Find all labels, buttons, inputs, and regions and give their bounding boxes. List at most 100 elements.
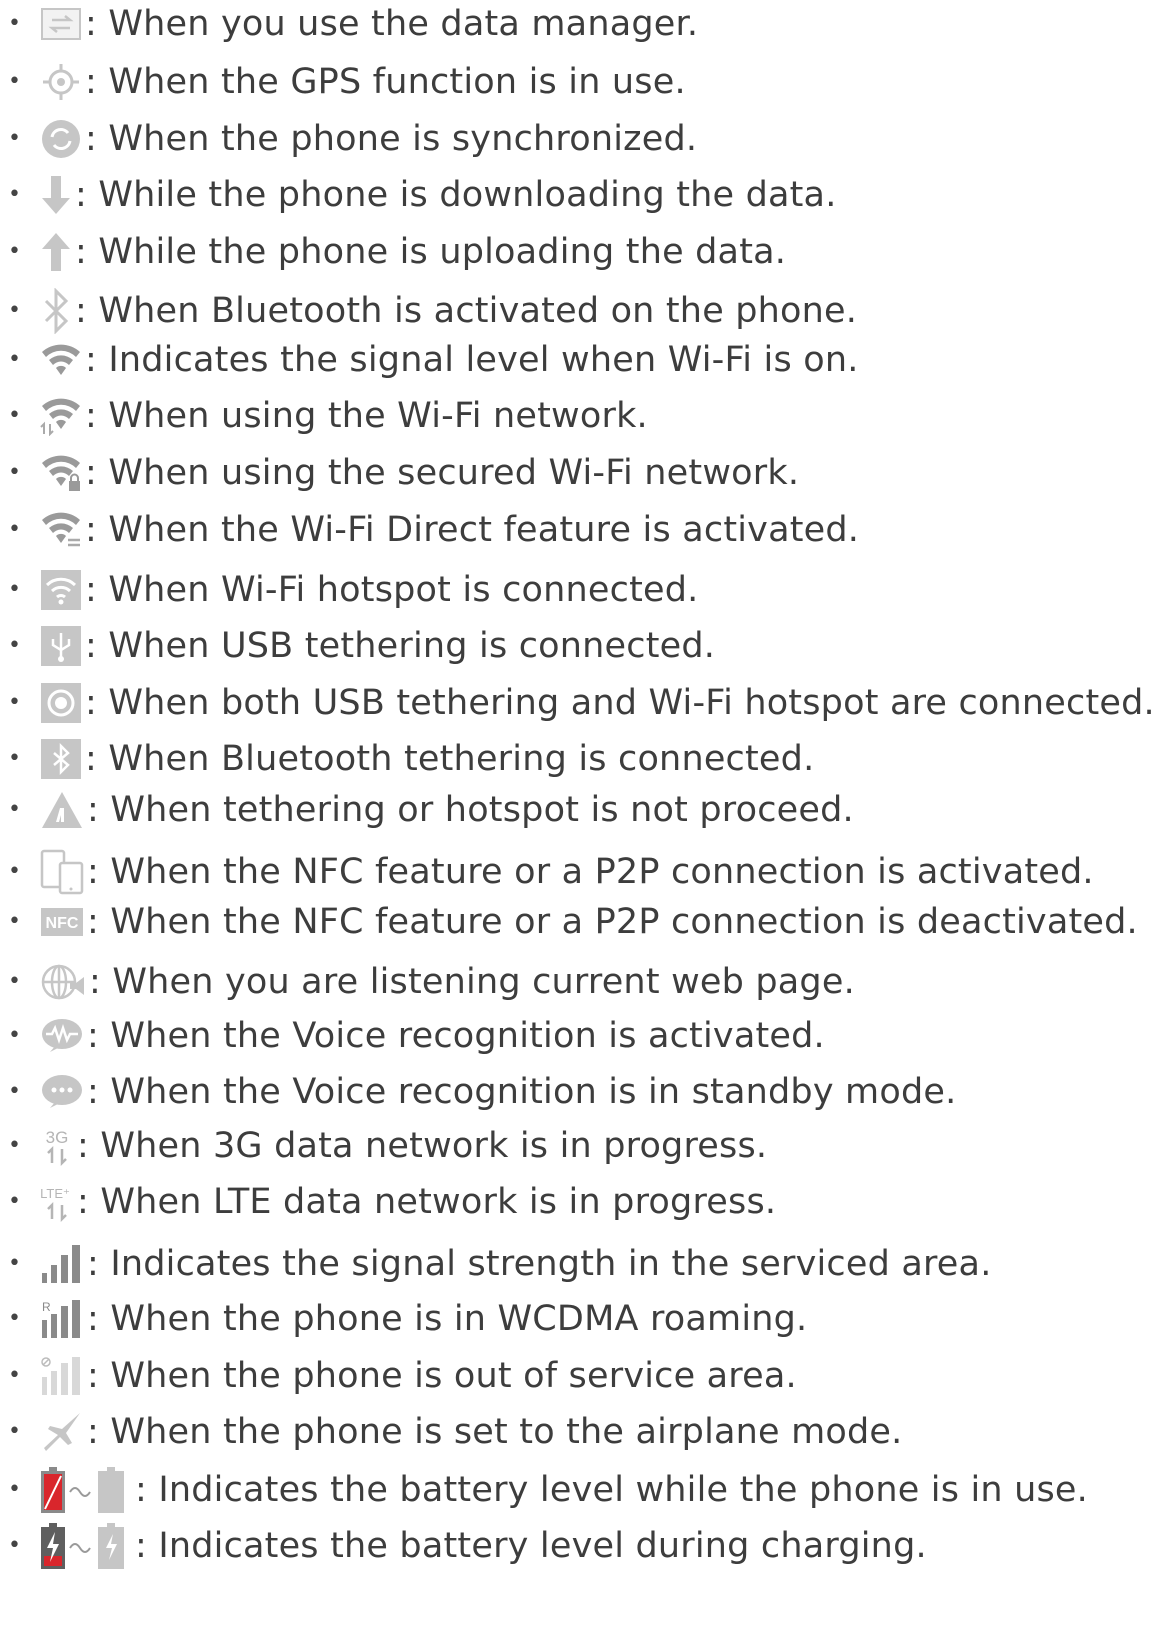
list-item: • R : When the phone is in WCDMA roaming… [0,1295,807,1343]
list-item: • : When the phone is out of service are… [0,1352,797,1400]
bullet: • [8,69,21,94]
battery-charging-icon [40,1522,132,1570]
usb-and-hotspot-icon [40,682,82,724]
list-item: • : When the Voice recognition is activa… [0,1012,825,1060]
list-item: • : When you are listening current web p… [0,958,855,1006]
svg-text:NFC: NFC [46,915,79,932]
list-item: • : Indicates the battery level while th… [0,1466,1088,1514]
nfc-off-icon: NFC [40,907,84,937]
bullet: • [8,347,21,372]
usb-tethering-icon [40,625,82,667]
bullet: • [8,1133,21,1158]
list-item: • : While the phone is uploading the dat… [0,228,786,276]
voice-active-icon [40,1016,84,1056]
voice-standby-icon [40,1072,84,1112]
svg-text:LTE⁺: LTE⁺ [40,1186,70,1201]
item-text: : When tethering or hotspot is not proce… [87,790,854,830]
bullet: • [8,746,21,771]
list-item: • : When the phone is synchronized. [0,115,697,163]
item-text: : When the NFC feature or a P2P connecti… [87,852,1094,892]
list-item: • : When Bluetooth tethering is connecte… [0,735,814,783]
wifi-network-in-use-icon [40,396,82,436]
bullet: • [8,633,21,658]
item-text: : When Bluetooth is activated on the pho… [75,291,858,331]
bullet: • [8,1363,21,1388]
bullet: • [8,1533,21,1558]
list-item: • : Indicates the signal level when Wi-F… [0,336,859,384]
battery-level-icon [40,1466,132,1514]
item-text: : When you use the data manager. [85,4,699,44]
item-text: : When the phone is set to the airplane … [87,1412,903,1452]
bullet: • [8,1419,21,1444]
list-item: • : When the GPS function is in use. [0,58,686,106]
list-item: • : When Wi-Fi hotspot is connected. [0,566,699,614]
svg-text:R: R [42,1300,51,1314]
data-manager-icon [40,7,82,41]
item-text: : When the phone is in WCDMA roaming. [87,1299,808,1339]
bullet: • [8,11,21,36]
item-text: : Indicates the battery level during cha… [135,1526,927,1566]
wifi-hotspot-icon [40,569,82,611]
bluetooth-tethering-icon [40,738,82,780]
list-item: • : Indicates the battery level during c… [0,1522,927,1570]
item-text: : Indicates the signal strength in the s… [87,1244,992,1284]
list-item: • : When Bluetooth is activated on the p… [0,287,857,335]
svg-text:3G: 3G [46,1128,69,1147]
item-text: : When USB tethering is connected. [85,626,716,666]
bullet: • [8,126,21,151]
list-item: • : When tethering or hotspot is not pro… [0,786,854,834]
list-item: • : When using the secured Wi-Fi network… [0,449,799,497]
item-text: : Indicates the signal level when Wi-Fi … [85,340,859,380]
tethering-warning-icon [40,790,84,830]
lte-data-icon: LTE⁺ [40,1181,74,1223]
download-arrow-icon [40,174,72,216]
bullet: • [8,1477,21,1502]
list-item: • : When using the Wi-Fi network. [0,392,648,440]
item-text: : When the Voice recognition is in stand… [87,1072,957,1112]
3g-data-icon: 3G [40,1125,74,1167]
list-item: • : When the phone is set to the airplan… [0,1408,902,1456]
item-text: : While the phone is uploading the data. [75,232,787,272]
upload-arrow-icon [40,231,72,273]
nfc-p2p-icon [40,849,84,895]
bullet: • [8,517,21,542]
list-item: • : When USB tethering is connected. [0,622,715,670]
roaming-signal-icon: R [40,1298,84,1340]
list-item: • NFC : When the NFC feature or a P2P co… [0,898,1138,946]
item-text: : While the phone is downloading the dat… [75,175,837,215]
bullet: • [8,182,21,207]
wifi-signal-icon [40,342,82,378]
item-text: : Indicates the battery level while the … [135,1470,1088,1510]
sync-icon [40,118,82,160]
bullet: • [8,797,21,822]
bullet: • [8,1251,21,1276]
item-text: : When the Wi-Fi Direct feature is activ… [85,510,860,550]
bluetooth-icon [40,288,72,334]
list-item: • : When the Wi-Fi Direct feature is act… [0,506,859,554]
wifi-direct-icon [40,510,82,550]
item-text: : When the phone is out of service area. [87,1356,797,1396]
list-item: • : Indicates the signal strength in the… [0,1240,992,1288]
signal-strength-icon [40,1243,84,1285]
item-text: : When 3G data network is in progress. [77,1126,768,1166]
wifi-secured-icon [40,453,82,493]
list-item: • : When the NFC feature or a P2P connec… [0,848,1094,896]
item-text: : When you are listening current web pag… [89,962,855,1002]
airplane-icon [40,1411,84,1453]
web-listen-icon [40,961,86,1003]
list-item: • 3G : When 3G data network is in progre… [0,1122,767,1170]
item-text: : When Wi-Fi hotspot is connected. [85,570,699,610]
list-item: • : When the Voice recognition is in sta… [0,1068,956,1116]
bullet: • [8,690,21,715]
bullet: • [8,298,21,323]
list-item: • : When both USB tethering and Wi-Fi ho… [0,679,1155,727]
bullet: • [8,909,21,934]
item-text: : When Bluetooth tethering is connected. [85,739,815,779]
item-text: : When using the secured Wi-Fi network. [85,453,800,493]
bullet: • [8,239,21,264]
item-text: : When using the Wi-Fi network. [85,396,648,436]
item-text: : When the phone is synchronized. [85,119,698,159]
bullet: • [8,969,21,994]
item-text: : When the NFC feature or a P2P connecti… [87,902,1138,942]
list-item: • : When you use the data manager. [0,0,698,48]
